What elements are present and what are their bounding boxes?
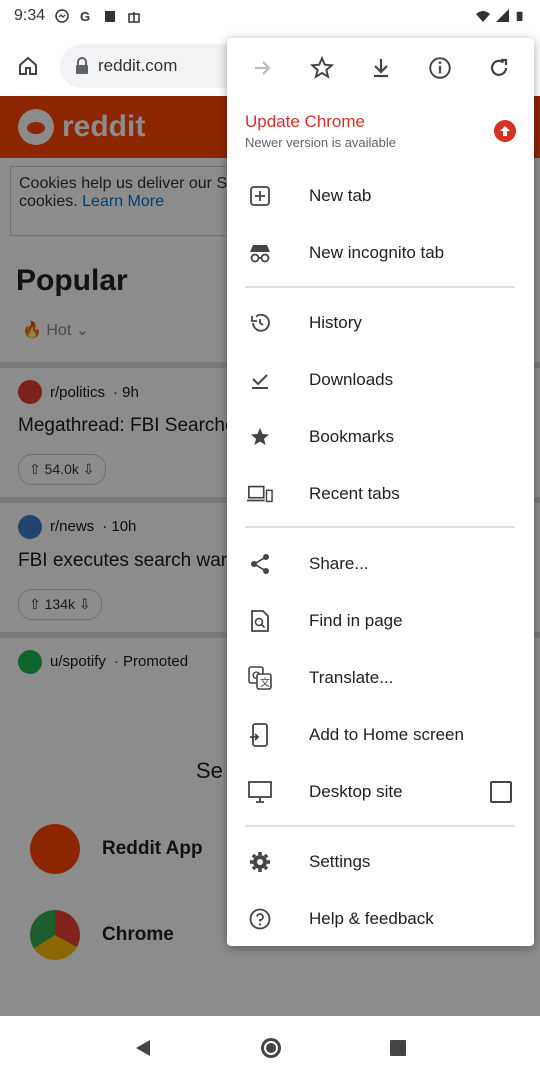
- google-icon: G: [80, 9, 90, 23]
- signal-icon: [496, 9, 509, 22]
- add-to-home-icon: [247, 722, 273, 748]
- bookmark-button[interactable]: [302, 48, 342, 88]
- battery-icon: [516, 11, 523, 21]
- clipboard-icon: [105, 11, 116, 22]
- share-icon: [247, 551, 273, 577]
- system-nav-bar: [0, 1016, 540, 1080]
- forward-arrow-icon: [254, 61, 271, 75]
- help-icon: [247, 906, 273, 932]
- menu-item-share[interactable]: Share...: [227, 539, 534, 589]
- menu-item-label: New incognito tab: [309, 243, 445, 262]
- url-text: reddit.com: [98, 56, 178, 75]
- menu-item-translate[interactable]: G文 Translate...: [227, 653, 534, 703]
- menu-item-help-feedback[interactable]: Help & feedback: [227, 894, 534, 944]
- translate-icon: G文: [247, 665, 273, 691]
- update-chrome-item[interactable]: Update Chrome Newer version is available: [227, 98, 534, 160]
- download-icon: [373, 59, 388, 78]
- menu-item-desktop-site[interactable]: Desktop site: [227, 767, 534, 817]
- gift-icon: [128, 12, 140, 23]
- wifi-icon: [476, 11, 490, 22]
- menu-item-label: Add to Home screen: [309, 725, 464, 744]
- home-nav-icon[interactable]: [258, 1035, 284, 1061]
- desktop-site-checkbox[interactable]: [490, 781, 512, 803]
- menu-item-history[interactable]: History: [227, 298, 534, 348]
- update-title: Update Chrome: [245, 112, 366, 131]
- menu-item-label: Share...: [309, 554, 369, 573]
- menu-item-downloads[interactable]: Downloads: [227, 355, 534, 405]
- menu-item-recent-tabs[interactable]: Recent tabs: [227, 469, 534, 519]
- menu-item-label: History: [309, 313, 362, 332]
- menu-item-find-in-page[interactable]: Find in page: [227, 596, 534, 646]
- svg-text:文: 文: [260, 676, 270, 689]
- find-icon: [247, 608, 273, 634]
- chrome-overflow-menu: Update Chrome Newer version is available…: [227, 38, 534, 946]
- menu-item-settings[interactable]: Settings: [227, 837, 534, 887]
- menu-toolbar: [227, 38, 534, 98]
- lock-icon: [76, 57, 88, 74]
- menu-item-label: Bookmarks: [309, 427, 395, 446]
- star-outline-icon: [309, 55, 334, 79]
- history-icon: [247, 310, 273, 336]
- menu-divider: [245, 286, 515, 288]
- forward-button[interactable]: [243, 48, 283, 88]
- menu-item-label: Recent tabs: [309, 484, 400, 503]
- menu-item-add-to-home-screen[interactable]: Add to Home screen: [227, 710, 534, 760]
- info-icon: [428, 57, 451, 79]
- devices-icon: [247, 481, 273, 507]
- back-icon[interactable]: [132, 1037, 154, 1059]
- messenger-icon: [55, 9, 69, 23]
- menu-item-label: Settings: [309, 852, 371, 871]
- page-info-button[interactable]: [420, 48, 460, 88]
- menu-item-label: Translate...: [309, 668, 394, 687]
- home-button[interactable]: [10, 48, 46, 84]
- menu-item-label: New tab: [309, 186, 372, 205]
- menu-divider: [245, 526, 515, 528]
- address-bar[interactable]: reddit.com: [60, 44, 250, 88]
- download-done-icon: [247, 367, 273, 393]
- desktop-icon: [247, 779, 273, 805]
- update-arrow-icon: [494, 120, 516, 142]
- menu-item-label: Downloads: [309, 370, 394, 389]
- gear-icon: [247, 849, 273, 875]
- recents-icon[interactable]: [388, 1038, 408, 1058]
- plus-box-icon: [247, 183, 273, 209]
- status-time: 9:34: [14, 7, 46, 24]
- menu-item-new-tab[interactable]: New tab: [227, 171, 534, 221]
- download-page-button[interactable]: [361, 48, 401, 88]
- star-icon: [247, 424, 273, 450]
- menu-divider: [245, 825, 515, 827]
- home-icon: [19, 56, 37, 75]
- status-bar: 9:34 G: [0, 0, 540, 32]
- menu-item-new-incognito-tab[interactable]: New incognito tab: [227, 228, 534, 278]
- update-subtitle: Newer version is available: [245, 135, 397, 150]
- menu-item-label: Find in page: [309, 611, 403, 630]
- menu-item-label: Help & feedback: [309, 909, 434, 928]
- reload-button[interactable]: [479, 48, 519, 88]
- menu-item-bookmarks[interactable]: Bookmarks: [227, 412, 534, 462]
- menu-item-label: Desktop site: [309, 782, 403, 801]
- incognito-icon: [247, 240, 273, 266]
- reload-icon: [490, 58, 507, 76]
- svg-text:G: G: [80, 9, 90, 23]
